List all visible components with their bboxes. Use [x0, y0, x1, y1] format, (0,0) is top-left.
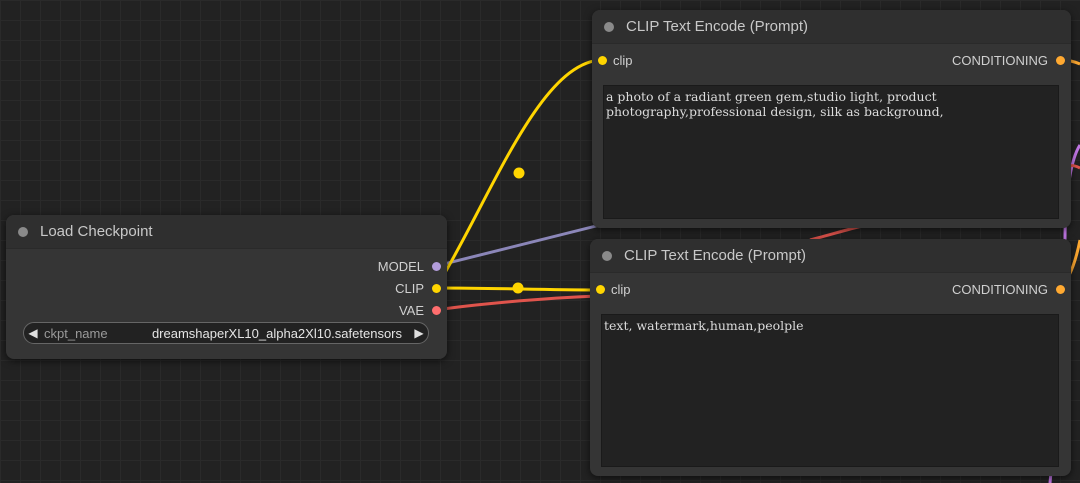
conditioning-slot-dot-icon[interactable] [1056, 55, 1065, 65]
negative-prompt-textarea[interactable]: text, watermark,human,peolple [601, 314, 1059, 467]
model-slot-dot-icon[interactable] [432, 261, 441, 271]
link-vae [435, 294, 601, 312]
load-checkpoint-node[interactable]: Load Checkpoint MODEL CLIP VAE ◀ ckpt_na… [6, 215, 447, 359]
ckpt-name-value: dreamshaperXL10_alpha2Xl10.safetensors [151, 325, 402, 341]
positive-prompt-textarea[interactable]: a photo of a radiant green gem,studio li… [603, 85, 1059, 219]
clip-negative-title-bar[interactable]: CLIP Text Encode (Prompt) [590, 239, 1071, 273]
arrow-left-icon[interactable]: ◀ [24, 326, 42, 340]
arrow-right-icon[interactable]: ▶ [410, 326, 428, 340]
output-label-conditioning: CONDITIONING [951, 281, 1048, 297]
ckpt-name-combo[interactable]: ◀ ckpt_name dreamshaperXL10_alpha2Xl10.s… [23, 322, 429, 344]
clip-input-dot-icon[interactable] [596, 284, 605, 294]
input-slot-clip[interactable]: clip [596, 279, 631, 299]
clip-input-dot-icon[interactable] [598, 55, 607, 65]
conditioning-slot-dot-icon[interactable] [1056, 284, 1065, 294]
ckpt-name-label: ckpt_name [44, 325, 108, 341]
collapse-dot-icon[interactable] [604, 21, 614, 32]
output-slot-model[interactable]: MODEL [378, 256, 441, 276]
output-slot-conditioning[interactable]: CONDITIONING [952, 279, 1065, 299]
output-slot-vae[interactable]: VAE [399, 300, 441, 320]
collapse-dot-icon[interactable] [18, 226, 28, 237]
link-midpoint-positive [513, 167, 525, 179]
clip-positive-title: CLIP Text Encode (Prompt) [626, 18, 809, 35]
clip-negative-title: CLIP Text Encode (Prompt) [624, 247, 807, 264]
load-checkpoint-title-bar[interactable]: Load Checkpoint [6, 215, 447, 249]
vae-slot-dot-icon[interactable] [432, 305, 441, 315]
clip-text-encode-negative-node[interactable]: CLIP Text Encode (Prompt) clip CONDITION… [590, 239, 1071, 476]
output-label-clip: CLIP [395, 280, 424, 296]
node-graph-canvas[interactable]: Load Checkpoint MODEL CLIP VAE ◀ ckpt_na… [0, 0, 1080, 483]
output-slot-conditioning[interactable]: CONDITIONING [952, 50, 1065, 70]
input-label-clip: clip [611, 281, 631, 297]
input-label-clip: clip [613, 52, 633, 68]
output-label-conditioning: CONDITIONING [951, 52, 1048, 68]
clip-text-encode-positive-node[interactable]: CLIP Text Encode (Prompt) clip CONDITION… [592, 10, 1071, 228]
clip-positive-title-bar[interactable]: CLIP Text Encode (Prompt) [592, 10, 1071, 44]
clip-slot-dot-icon[interactable] [432, 283, 441, 293]
input-slot-clip[interactable]: clip [598, 50, 633, 70]
output-label-model: MODEL [377, 258, 424, 274]
collapse-dot-icon[interactable] [602, 250, 612, 261]
load-checkpoint-title: Load Checkpoint [40, 223, 153, 240]
link-red-offscreen [809, 224, 863, 242]
link-midpoint-negative [512, 282, 524, 294]
output-label-vae: VAE [398, 302, 424, 318]
output-slot-clip[interactable]: CLIP [395, 278, 441, 298]
